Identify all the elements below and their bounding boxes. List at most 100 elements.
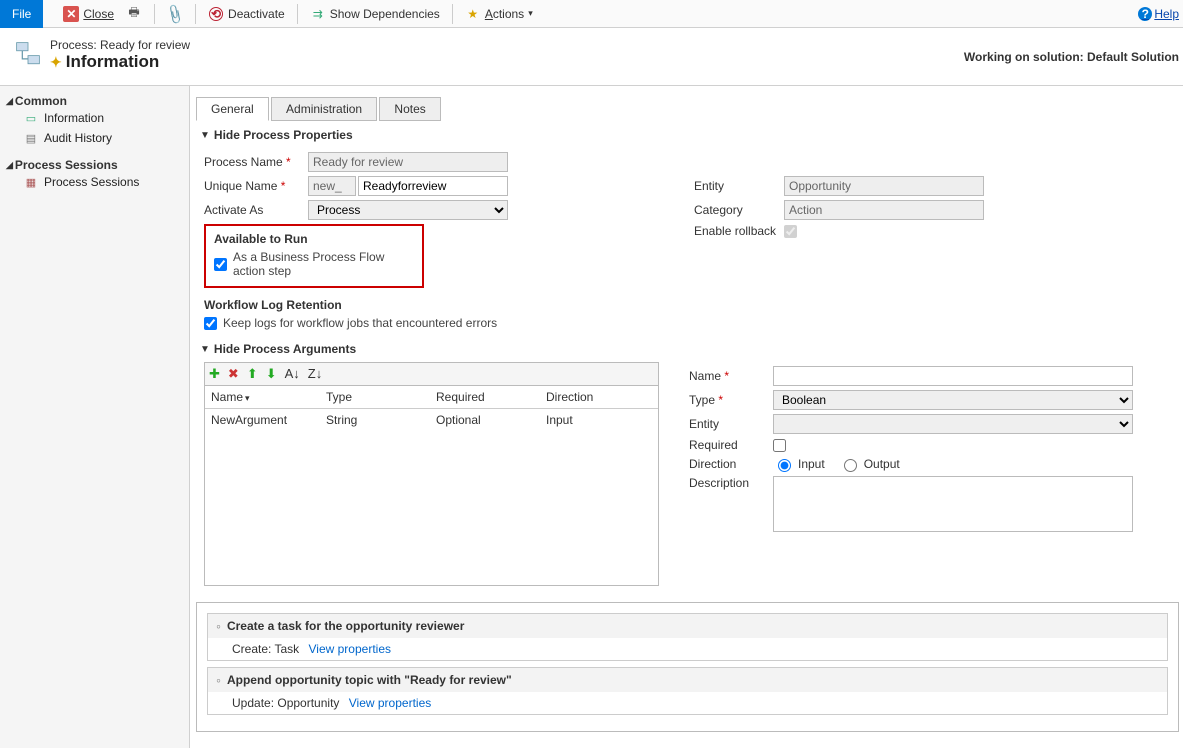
col-required[interactable]: Required: [430, 386, 540, 408]
arg-direction-output-radio[interactable]: Output: [839, 456, 900, 472]
delete-argument-button[interactable]: ✖: [228, 366, 239, 382]
available-bpf-checkbox-row[interactable]: As a Business Process Flow action step: [214, 250, 414, 278]
page-title: Information: [66, 52, 160, 72]
move-down-button[interactable]: ⬇: [266, 366, 277, 382]
view-properties-link[interactable]: View properties: [349, 696, 432, 710]
toggle-hide-process-arguments[interactable]: ▼ Hide Process Arguments: [200, 342, 1179, 356]
category-label: Category: [694, 203, 784, 217]
step-title: Append opportunity topic with "Ready for…: [227, 673, 512, 687]
close-button[interactable]: ✕ Close: [57, 0, 120, 28]
col-type[interactable]: Type: [320, 386, 430, 408]
nav-item-information[interactable]: ▭ Information: [6, 108, 183, 128]
help-link[interactable]: ? Help: [1138, 7, 1183, 21]
nav-heading-common-label: Common: [15, 94, 67, 108]
arg-direction-input-radio[interactable]: Input: [773, 456, 825, 472]
process-step[interactable]: ◦ Append opportunity topic with "Ready f…: [207, 667, 1168, 715]
nav-item-label: Process Sessions: [44, 175, 139, 189]
arg-entity-label: Entity: [689, 417, 773, 431]
nav-item-label: Audit History: [44, 131, 112, 145]
star-icon: ✦: [50, 54, 62, 71]
nav-item-audit-history[interactable]: ▤ Audit History: [6, 128, 183, 148]
main-panel: General Administration Notes ▼ Hide Proc…: [190, 86, 1183, 748]
page-header: Process: Ready for review ✦ Information …: [0, 28, 1183, 86]
step-body-text: Update: Opportunity: [232, 696, 339, 710]
category-input: [784, 200, 984, 220]
arg-name-input[interactable]: [773, 366, 1133, 386]
nav-heading-process-sessions-label: Process Sessions: [15, 158, 118, 172]
arg-direction-label: Direction: [689, 457, 773, 471]
chevron-down-icon: ◢: [6, 96, 13, 107]
deactivate-icon: ⟲: [208, 6, 224, 22]
unique-name-label: Unique Name: [204, 179, 277, 193]
add-argument-button[interactable]: ✚: [209, 366, 220, 382]
col-name[interactable]: Name: [205, 386, 320, 408]
process-step[interactable]: ◦ Create a task for the opportunity revi…: [207, 613, 1168, 661]
enable-rollback-checkbox: [784, 225, 797, 238]
arg-required-checkbox[interactable]: [773, 439, 786, 452]
arguments-grid: Name Type Required Direction NewArgument…: [204, 386, 659, 586]
arg-type-select[interactable]: Boolean: [773, 390, 1133, 410]
arg-description-label: Description: [689, 476, 773, 490]
process-name-input[interactable]: [308, 152, 508, 172]
left-nav: ◢ Common ▭ Information ▤ Audit History ◢…: [0, 86, 190, 748]
arguments-toolbar: ✚ ✖ ⬆ ⬇ A↓ Z↓: [204, 362, 659, 386]
nav-item-process-sessions[interactable]: ▦ Process Sessions: [6, 172, 183, 192]
attach-button[interactable]: 📎: [161, 0, 189, 28]
help-label: Help: [1154, 7, 1179, 21]
deactivate-button[interactable]: ⟲ Deactivate: [202, 0, 291, 28]
show-dependencies-label: Show Dependencies: [330, 7, 440, 21]
sort-desc-button[interactable]: Z↓: [308, 366, 322, 382]
save-and-close-button[interactable]: 🖶: [120, 0, 148, 28]
separator: [452, 4, 453, 24]
nav-heading-process-sessions[interactable]: ◢ Process Sessions: [6, 158, 183, 172]
deactivate-label: Deactivate: [228, 7, 285, 21]
sort-asc-button[interactable]: A↓: [285, 366, 300, 382]
chevron-down-icon: ▼: [200, 130, 210, 141]
tab-general[interactable]: General: [196, 97, 269, 121]
move-up-button[interactable]: ⬆: [247, 366, 258, 382]
audit-icon: ▤: [24, 131, 38, 145]
separator: [154, 4, 155, 24]
process-steps-box: ◦ Create a task for the opportunity revi…: [196, 602, 1179, 732]
arg-entity-select[interactable]: [773, 414, 1133, 434]
keep-logs-checkbox[interactable]: [204, 317, 217, 330]
separator: [297, 4, 298, 24]
arg-name-label: Name: [689, 369, 721, 383]
available-to-run-title: Available to Run: [214, 232, 414, 246]
nav-item-label: Information: [44, 111, 104, 125]
cell-direction: Input: [540, 409, 650, 431]
paperclip-icon: 📎: [164, 3, 186, 25]
show-dependencies-button[interactable]: ⇉ Show Dependencies: [304, 0, 446, 28]
available-bpf-label: As a Business Process Flow action step: [233, 250, 414, 278]
activate-as-select[interactable]: Process: [308, 200, 508, 220]
enable-rollback-label: Enable rollback: [694, 224, 784, 238]
dependencies-icon: ⇉: [310, 6, 326, 22]
chevron-down-icon: ▼: [200, 344, 210, 355]
nav-heading-common[interactable]: ◢ Common: [6, 94, 183, 108]
section-label: Hide Process Properties: [214, 128, 353, 142]
tab-administration[interactable]: Administration: [271, 97, 377, 121]
activate-as-label: Activate As: [204, 203, 308, 217]
keep-logs-label: Keep logs for workflow jobs that encount…: [223, 316, 497, 330]
unique-prefix-input: [308, 176, 356, 196]
save-icon: 🖶: [126, 6, 142, 22]
keep-logs-checkbox-row[interactable]: Keep logs for workflow jobs that encount…: [204, 316, 624, 330]
close-label: Close: [83, 7, 114, 21]
workflow-log-title: Workflow Log Retention: [204, 298, 624, 312]
page-subtitle: Process: Ready for review: [50, 38, 190, 52]
cell-name: NewArgument: [205, 409, 320, 431]
toggle-hide-process-properties[interactable]: ▼ Hide Process Properties: [200, 128, 1179, 142]
arguments-grid-row[interactable]: NewArgument String Optional Input: [205, 409, 658, 431]
unique-name-input[interactable]: [358, 176, 508, 196]
available-bpf-checkbox[interactable]: [214, 258, 227, 271]
file-button[interactable]: File: [0, 0, 43, 28]
tab-notes[interactable]: Notes: [379, 97, 440, 121]
arg-description-textarea[interactable]: [773, 476, 1133, 532]
tab-bar: General Administration Notes: [196, 96, 1179, 120]
actions-menu[interactable]: ★ Actions ▾: [459, 0, 539, 28]
view-properties-link[interactable]: View properties: [309, 642, 392, 656]
step-title: Create a task for the opportunity review…: [227, 619, 464, 633]
step-bullet-icon: ◦: [216, 672, 221, 688]
arg-type-label: Type: [689, 393, 715, 407]
col-direction[interactable]: Direction: [540, 386, 650, 408]
